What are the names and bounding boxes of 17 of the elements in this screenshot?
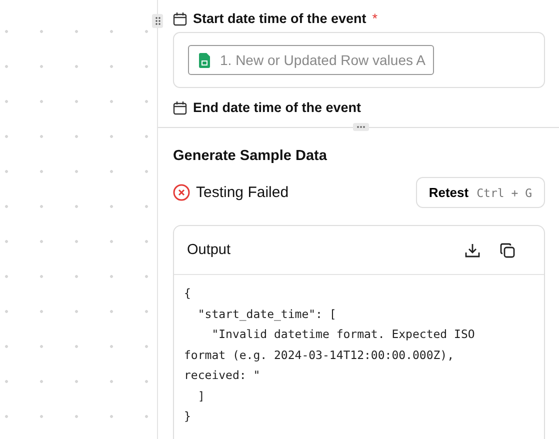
resize-handle-icon[interactable] xyxy=(353,123,369,131)
output-title: Output xyxy=(187,242,232,258)
retest-button[interactable]: Retest Ctrl + G xyxy=(416,177,545,208)
status-text: Testing Failed xyxy=(196,184,289,201)
section-title: Generate Sample Data xyxy=(173,148,328,164)
json-output-text: { "start_date_time": [ "Invalid datetime format. Expected ISO format (e.g. 2024-03-14T12:00:00.000Z), received: " ] } xyxy=(183,285,476,425)
variable-chip[interactable]: 1. New or Updated Row values A xyxy=(188,45,434,75)
input-field[interactable]: 1. New or Updated Row values A xyxy=(173,32,545,88)
drag-handle-icon[interactable] xyxy=(152,14,163,28)
spreadsheet-icon xyxy=(199,52,210,68)
calendar-icon xyxy=(173,100,187,114)
field-label: Start date time of the event xyxy=(193,11,366,26)
copy-icon[interactable] xyxy=(500,242,515,258)
calendar-icon xyxy=(173,12,187,26)
field-label: End date time of the event xyxy=(193,100,362,115)
required-asterisk: * xyxy=(372,11,378,26)
download-icon[interactable] xyxy=(465,242,480,258)
